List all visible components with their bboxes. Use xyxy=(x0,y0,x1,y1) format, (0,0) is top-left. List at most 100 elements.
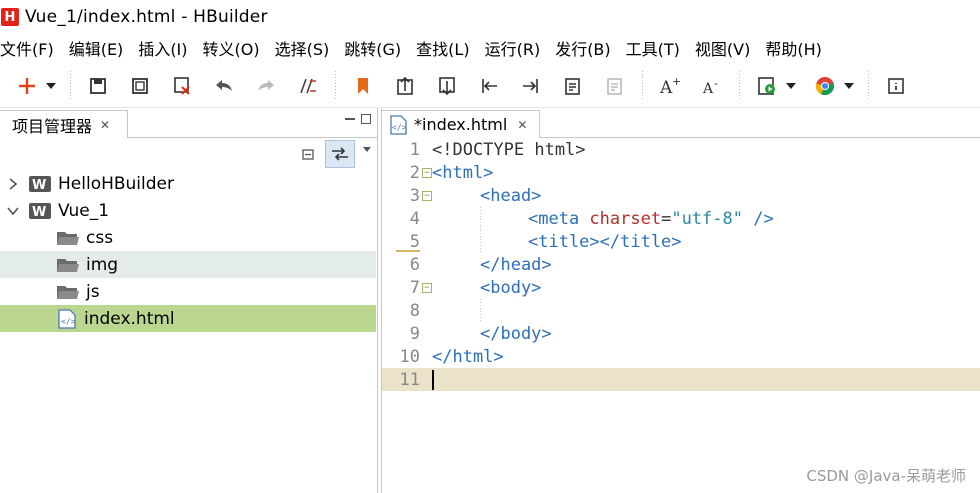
jump-start-icon[interactable] xyxy=(394,75,416,97)
tree-item-vue-1[interactable]: W Vue_1 xyxy=(0,197,376,224)
code-text: <head> xyxy=(480,185,542,206)
line-number: 7 xyxy=(409,277,420,298)
toolbar-separator xyxy=(642,70,643,101)
code-line[interactable]: 7− <body> xyxy=(382,276,980,299)
web-project-icon: W xyxy=(28,202,52,220)
menu-goto[interactable]: 跳转(G) xyxy=(344,36,408,60)
code-area[interactable]: 1 <!DOCTYPE html> 2− <html> 3− <head> 4 … xyxy=(382,138,980,391)
chrome-icon[interactable] xyxy=(814,75,836,97)
code-line[interactable]: 10 </html> xyxy=(382,345,980,368)
toolbar: A + A- xyxy=(0,64,980,108)
html-file-icon: </> xyxy=(388,114,408,135)
link-with-editor-icon[interactable] xyxy=(325,140,355,168)
chevron-right-icon[interactable] xyxy=(6,177,20,191)
collapse-all-icon[interactable] xyxy=(297,143,319,165)
browser-dropdown-icon[interactable] xyxy=(844,82,854,89)
code-line[interactable]: 5 <title></title> xyxy=(382,230,980,253)
line-number: 4 xyxy=(409,208,420,229)
save-all-icon[interactable] xyxy=(129,75,151,97)
help-icon[interactable] xyxy=(885,75,907,97)
code-line[interactable]: 1 <!DOCTYPE html> xyxy=(382,138,980,161)
jump-end-icon[interactable] xyxy=(436,75,458,97)
line-number: 8 xyxy=(409,300,420,321)
menu-tools[interactable]: 工具(T) xyxy=(626,36,687,60)
close-save-icon[interactable] xyxy=(171,75,193,97)
panel-window-buttons xyxy=(345,114,371,124)
menu-edit[interactable]: 编辑(E) xyxy=(69,36,131,60)
line-number: 11 xyxy=(399,369,420,390)
new-dropdown-icon[interactable] xyxy=(46,82,56,89)
tree-item-hellohbuilder[interactable]: W HelloHBuilder xyxy=(0,170,376,197)
menu-insert[interactable]: 插入(I) xyxy=(138,36,194,60)
toolbar-separator xyxy=(739,70,740,101)
code-text: <meta xyxy=(528,208,590,229)
menu-select[interactable]: 选择(S) xyxy=(275,36,337,60)
run-icon[interactable] xyxy=(756,75,778,97)
tree-item-index-html[interactable]: </> index.html xyxy=(0,305,376,332)
menu-publish[interactable]: 发行(B) xyxy=(555,36,617,60)
code-text: <!DOCTYPE html> xyxy=(432,139,586,160)
web-project-icon: W xyxy=(28,175,52,193)
toolbar-separator xyxy=(868,70,869,101)
fold-toggle-icon[interactable]: − xyxy=(422,167,432,178)
chevron-down-icon[interactable] xyxy=(6,204,20,218)
tree-item-js[interactable]: js xyxy=(0,278,376,305)
minimize-icon[interactable] xyxy=(345,118,355,120)
tree-item-label: img xyxy=(86,254,119,275)
code-text: <title></title> xyxy=(528,231,682,252)
close-icon[interactable]: ✕ xyxy=(100,118,110,132)
close-icon[interactable]: ✕ xyxy=(517,118,527,132)
folder-icon xyxy=(56,229,80,247)
line-number: 9 xyxy=(409,323,420,344)
code-text: charset xyxy=(589,208,662,229)
project-toolbar xyxy=(0,138,377,170)
project-manager-tab[interactable]: 项目管理器 ✕ xyxy=(0,110,128,138)
fold-toggle-icon[interactable]: − xyxy=(422,190,432,201)
menu-help[interactable]: 帮助(H) xyxy=(765,36,829,60)
view-menu-icon[interactable] xyxy=(363,146,371,152)
run-dropdown-icon[interactable] xyxy=(786,82,796,89)
undo-icon[interactable] xyxy=(213,75,235,97)
menu-find[interactable]: 查找(L) xyxy=(416,36,476,60)
paste-disabled-icon[interactable] xyxy=(604,75,626,97)
current-code-line[interactable]: 11 xyxy=(382,368,980,391)
toolbar-separator xyxy=(335,70,336,101)
title-bar: H Vue_1/index.html - HBuilder xyxy=(0,0,980,34)
menu-run[interactable]: 运行(R) xyxy=(485,36,548,60)
change-marker xyxy=(396,250,420,252)
maximize-icon[interactable] xyxy=(361,114,371,124)
svg-text:+: + xyxy=(672,76,681,88)
svg-text:</>: </> xyxy=(392,123,407,132)
font-decrease-icon[interactable]: A- xyxy=(701,75,723,97)
code-text: /> xyxy=(742,208,774,229)
code-line[interactable]: 6 </head> xyxy=(382,253,980,276)
tree-item-css[interactable]: css xyxy=(0,224,376,251)
save-icon[interactable] xyxy=(87,75,109,97)
menu-escape[interactable]: 转义(O) xyxy=(203,36,267,60)
code-line[interactable]: 8 xyxy=(382,299,980,322)
format-icon[interactable] xyxy=(297,75,319,97)
code-line[interactable]: 4 <meta charset = "utf-8" /> xyxy=(382,207,980,230)
line-start-icon[interactable] xyxy=(478,75,500,97)
fold-toggle-icon[interactable]: − xyxy=(422,282,432,293)
new-icon[interactable] xyxy=(16,75,38,97)
watermark: CSDN @Java-呆萌老师 xyxy=(806,467,966,485)
tree-item-label: Vue_1 xyxy=(58,200,110,221)
menu-view[interactable]: 视图(V) xyxy=(695,36,757,60)
code-line[interactable]: 9 </body> xyxy=(382,322,980,345)
redo-icon[interactable] xyxy=(255,75,277,97)
menu-file[interactable]: 文件(F) xyxy=(0,36,61,60)
bookmark-icon[interactable] xyxy=(352,75,374,97)
tree-item-label: index.html xyxy=(84,308,175,329)
font-increase-icon[interactable]: A + xyxy=(659,75,681,97)
paste-icon[interactable] xyxy=(562,75,584,97)
tree-item-img[interactable]: img xyxy=(0,251,376,278)
line-number: 1 xyxy=(409,139,420,160)
line-end-icon[interactable] xyxy=(520,75,542,97)
line-number: 2 xyxy=(409,162,420,183)
code-line[interactable]: 3− <head> xyxy=(382,184,980,207)
editor-tab-index-html[interactable]: </> *index.html ✕ xyxy=(382,110,540,138)
toolbar-separator xyxy=(70,70,71,101)
code-line[interactable]: 2− <html> xyxy=(382,161,980,184)
tree-item-label: css xyxy=(86,227,114,248)
